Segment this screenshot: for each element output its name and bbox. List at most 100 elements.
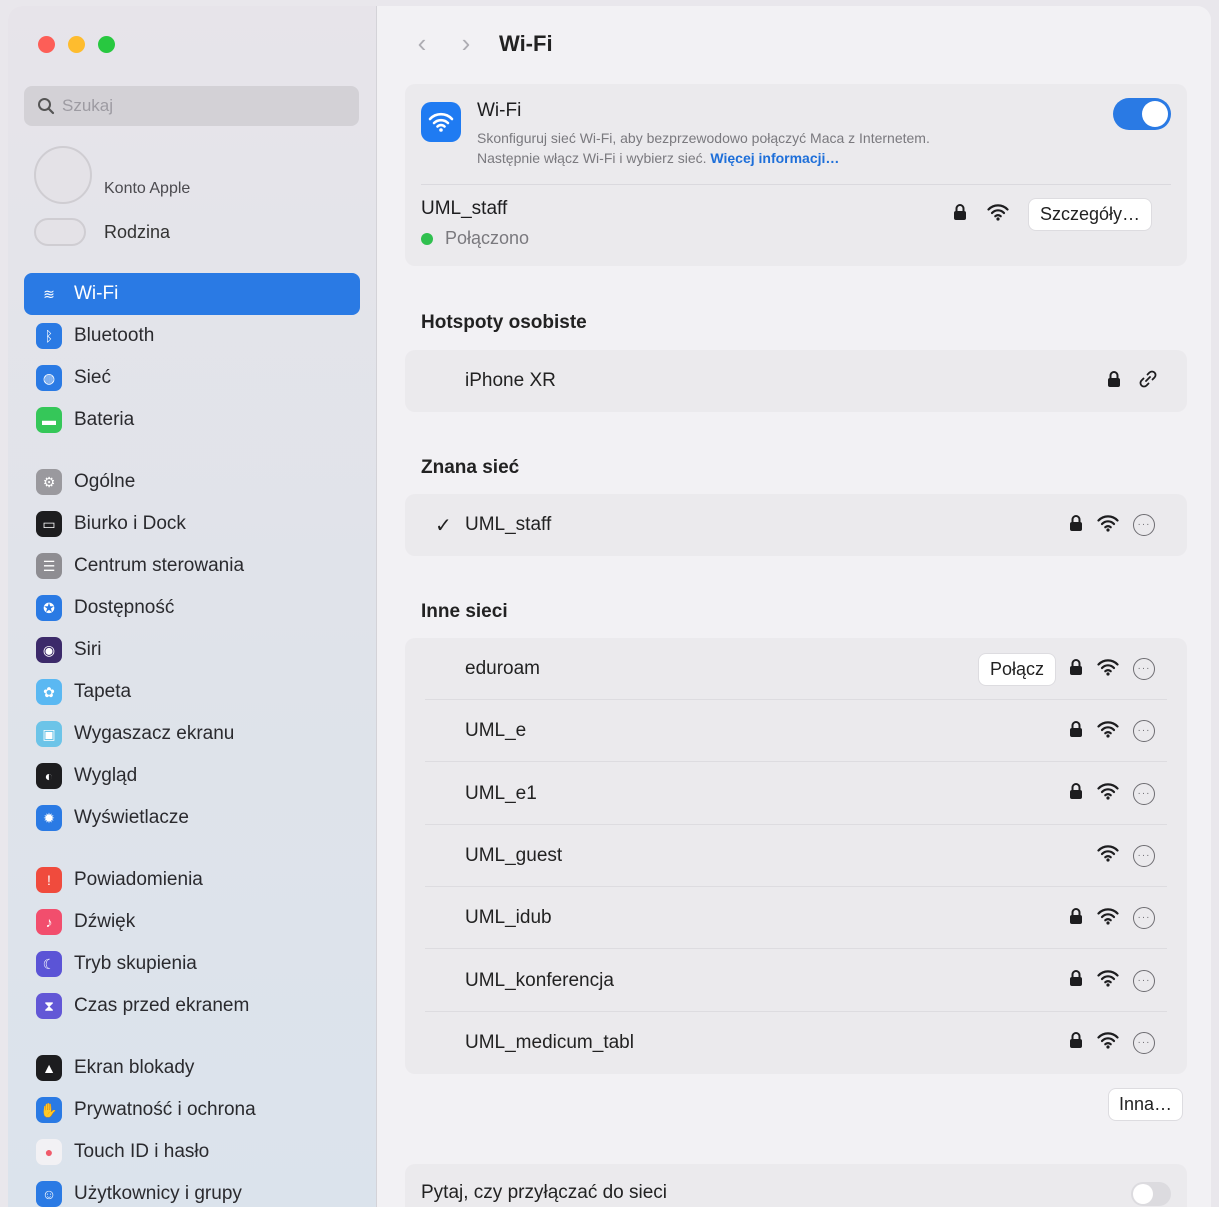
sidebar-item-label: Prywatność i ochrona: [74, 1099, 256, 1120]
wifi-desc-line1: Skonfiguruj sieć Wi-Fi, aby bezprzewodow…: [477, 130, 930, 146]
toolbar: ‹ › Wi-Fi: [407, 28, 553, 59]
network-row[interactable]: UML_e1 ···: [405, 763, 1187, 825]
row-icons: [1107, 368, 1159, 395]
row-icons: ···: [1069, 514, 1155, 537]
back-chevron-icon[interactable]: ‹: [407, 28, 437, 59]
more-options-icon[interactable]: ···: [1133, 658, 1155, 680]
accessibility-icon: ✪: [36, 595, 62, 621]
sidebar-item-wi-fi[interactable]: ≋ Wi-Fi: [24, 273, 360, 315]
ask-join-card: Pytaj, czy przyłączać do sieci: [405, 1164, 1187, 1207]
apple-account[interactable]: Konto Apple: [34, 146, 190, 204]
other-network-button[interactable]: Inna…: [1109, 1089, 1183, 1120]
network-row[interactable]: UML_guest ···: [405, 825, 1187, 887]
more-options-icon[interactable]: ···: [1133, 969, 1155, 992]
sidebar-item-label: Wyświetlacze: [74, 807, 189, 828]
lock-icon: [1107, 370, 1121, 393]
lock-icon: [1069, 782, 1083, 805]
sound-icon: ♪: [36, 909, 62, 935]
network-row[interactable]: UML_konferencja ···: [405, 950, 1187, 1012]
network-row[interactable]: eduroam Połącz ···: [405, 638, 1187, 700]
current-network-icons: Szczegóły…: [953, 199, 1152, 230]
wifi-signal-icon: [1097, 658, 1119, 681]
network-row[interactable]: UML_medicum_tabl ···: [405, 1012, 1187, 1074]
more-options-icon[interactable]: ···: [1133, 782, 1155, 805]
search-box[interactable]: [24, 86, 359, 126]
sidebar-item-dost-pno-[interactable]: ✪ Dostępność: [24, 587, 360, 629]
sidebar-item-label: Czas przed ekranem: [74, 995, 250, 1016]
lock-icon: [1069, 907, 1083, 930]
known-network-row[interactable]: ✓ UML_staff ···: [405, 494, 1187, 556]
sidebar-item-prywatno-i-ochrona[interactable]: ✋ Prywatność i ochrona: [24, 1089, 360, 1131]
hand-icon: ✋: [36, 1097, 62, 1123]
network-row[interactable]: UML_idub ···: [405, 887, 1187, 950]
network-name: UML_e: [465, 720, 527, 742]
wifi-signal-icon: [1097, 907, 1119, 930]
more-info-link[interactable]: Więcej informacji…: [710, 150, 839, 166]
sidebar-item-biurko-i-dock[interactable]: ▭ Biurko i Dock: [24, 503, 360, 545]
connect-button[interactable]: Połącz: [978, 653, 1055, 685]
zoom-window-button[interactable]: [98, 36, 115, 53]
details-button[interactable]: Szczegóły…: [1029, 199, 1152, 230]
users-icon: ☺: [36, 1181, 62, 1207]
wifi-icon: ≋: [43, 285, 55, 302]
row-icons: ···: [1069, 720, 1155, 743]
more-options-icon[interactable]: ···: [1133, 844, 1155, 867]
sidebar-item-sie-[interactable]: ◍ Sieć: [24, 357, 360, 399]
sidebar-item-touch-id-i-has-o[interactable]: ● Touch ID i hasło: [24, 1131, 360, 1173]
account-label: Konto Apple: [104, 180, 191, 197]
sidebar-item-u-ytkownicy-i-grupy[interactable]: ☺ Użytkownicy i grupy: [24, 1173, 360, 1207]
gear-icon: ⚙: [36, 469, 62, 495]
sidebar-item-siri[interactable]: ◉ Siri: [24, 629, 360, 671]
sidebar-nav: ≋ Wi-Fi ᛒ Bluetooth ◍ Sieć ▬ Bateria ⚙ Ogólne ▭ Biu…: [24, 273, 360, 1207]
sidebar-item-label: Bateria: [74, 409, 135, 430]
family-item[interactable]: Rodzina: [34, 218, 170, 246]
wifi-signal-icon: [1097, 844, 1119, 867]
sidebar-item-label: Biurko i Dock: [74, 513, 186, 534]
network-name: iPhone XR: [465, 370, 556, 391]
settings-window: Konto Apple Rodzina ≋ Wi-Fi ᛒ Bluetooth ◍ Sie…: [8, 6, 1211, 1207]
sidebar-item-czas-przed-ekranem[interactable]: ⧗ Czas przed ekranem: [24, 985, 360, 1027]
network-row[interactable]: UML_e ···: [405, 700, 1187, 763]
sidebar-item-ekran-blokady[interactable]: ▲ Ekran blokady: [24, 1047, 360, 1089]
network-name: UML_konferencja: [465, 969, 614, 991]
more-options-icon[interactable]: ···: [1133, 514, 1155, 536]
row-icons: ···: [1069, 1031, 1155, 1054]
wifi-description: Skonfiguruj sieć Wi-Fi, aby bezprzewodow…: [477, 128, 930, 168]
sidebar-item-tryb-skupienia[interactable]: ☾ Tryb skupienia: [24, 943, 360, 985]
row-icons: Połącz ···: [978, 653, 1155, 685]
more-options-icon[interactable]: ···: [1133, 1031, 1155, 1054]
wifi-signal-icon: [1097, 782, 1119, 805]
sidebar-item-og-lne[interactable]: ⚙ Ogólne: [24, 461, 360, 503]
row-icons: ···: [1097, 844, 1155, 867]
appearance-icon: ◐: [36, 763, 62, 789]
sidebar-item-powiadomienia[interactable]: ! Powiadomienia: [24, 859, 360, 901]
close-window-button[interactable]: [38, 36, 55, 53]
forward-chevron-icon[interactable]: ›: [451, 28, 481, 59]
network-name: UML_staff: [465, 514, 552, 535]
wifi-card: Wi-Fi Skonfiguruj sieć Wi-Fi, aby bezprz…: [405, 84, 1187, 266]
sidebar-item-wygl-d[interactable]: ◐ Wygląd: [24, 755, 360, 797]
ask-join-toggle[interactable]: [1131, 1182, 1171, 1206]
hotspots-title: Hotspoty osobiste: [421, 312, 587, 333]
network-name: UML_medicum_tabl: [465, 1031, 634, 1053]
minimize-window-button[interactable]: [68, 36, 85, 53]
search-input[interactable]: [60, 95, 334, 117]
wifi-header: Wi-Fi Skonfiguruj sieć Wi-Fi, aby bezprz…: [477, 100, 930, 168]
sidebar-item-bateria[interactable]: ▬ Bateria: [24, 399, 360, 441]
hotspot-row[interactable]: iPhone XR: [405, 350, 1187, 412]
sidebar-item-wygaszacz-ekranu[interactable]: ▣ Wygaszacz ekranu: [24, 713, 360, 755]
siri-icon: ◉: [36, 637, 62, 663]
sidebar-item-label: Ekran blokady: [74, 1057, 195, 1078]
more-options-icon[interactable]: ···: [1133, 907, 1155, 930]
family-icon: [34, 218, 86, 246]
sidebar-item-label: Powiadomienia: [74, 869, 203, 890]
sidebar-item-bluetooth[interactable]: ᛒ Bluetooth: [24, 315, 360, 357]
sidebar-item-d-wi-k[interactable]: ♪ Dźwięk: [24, 901, 360, 943]
more-options-icon[interactable]: ···: [1133, 720, 1155, 743]
control-center-icon: ☰: [36, 553, 62, 579]
sidebar-item-wy-wietlacze[interactable]: ✹ Wyświetlacze: [24, 797, 360, 839]
current-network-name: UML_staff: [421, 198, 508, 219]
sidebar-item-centrum-sterowania[interactable]: ☰ Centrum sterowania: [24, 545, 360, 587]
sidebar-item-tapeta[interactable]: ✿ Tapeta: [24, 671, 360, 713]
wifi-toggle[interactable]: [1113, 98, 1171, 130]
